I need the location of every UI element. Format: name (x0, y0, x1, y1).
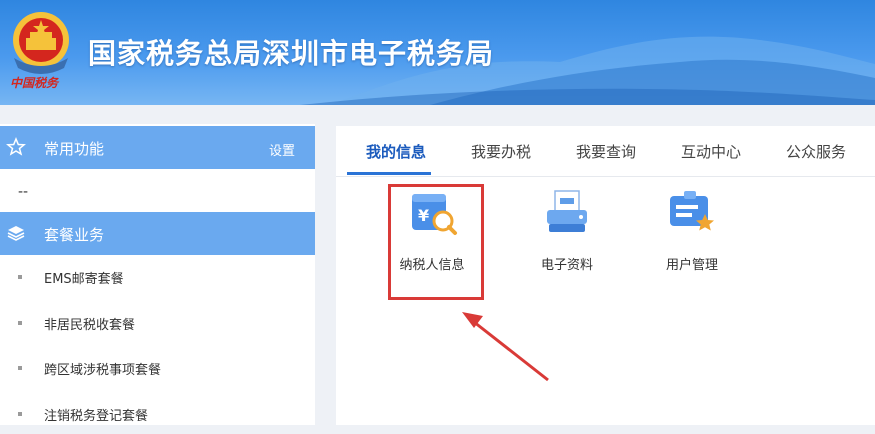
taxpayer-info-icon: ¥ (412, 194, 457, 235)
bullet-icon (18, 412, 22, 416)
emblem-caption: 中国税务 (10, 76, 59, 90)
tab-tax-handling[interactable]: 我要办税 (471, 141, 531, 162)
svg-text:¥: ¥ (418, 206, 429, 225)
app-taxpayer-info[interactable]: ¥ 纳税人信息 (387, 188, 477, 288)
app-user-management[interactable]: 用户管理 (647, 188, 737, 288)
sidebar: 常用功能 设置 -- 套餐业务 EMS邮寄套餐 非居民税收套餐 跨区域涉税事项套… (0, 124, 315, 425)
sidebar-item-label: 非居民税收套餐 (44, 318, 136, 333)
sidebar-item-nonresident-tax[interactable]: 非居民税收套餐 (0, 303, 315, 343)
printer-document-icon (547, 190, 587, 232)
active-tab-indicator (347, 172, 431, 175)
layers-icon (7, 226, 25, 241)
common-functions-placeholder: -- (18, 184, 29, 200)
user-management-icon (670, 191, 714, 231)
app-label: 用户管理 (665, 258, 718, 273)
sidebar-item-deregistration[interactable]: 注销税务登记套餐 (0, 394, 315, 434)
bullet-icon (18, 275, 22, 279)
sidebar-item-label: EMS邮寄套餐 (44, 272, 124, 287)
tab-public-service[interactable]: 公众服务 (786, 141, 846, 162)
app-label: 电子资料 (540, 258, 593, 273)
sidebar-item-ems[interactable]: EMS邮寄套餐 (0, 257, 315, 297)
tab-query[interactable]: 我要查询 (576, 141, 636, 162)
sidebar-common-header[interactable]: 常用功能 设置 (0, 126, 315, 169)
settings-link[interactable]: 设置 (269, 140, 295, 159)
sidebar-package-header[interactable]: 套餐业务 (0, 212, 315, 255)
sidebar-item-cross-region[interactable]: 跨区域涉税事项套餐 (0, 348, 315, 388)
bullet-icon (18, 321, 22, 325)
sidebar-common-label: 常用功能 (44, 140, 105, 158)
sidebar-item-label: 注销税务登记套餐 (44, 409, 149, 424)
site-title: 国家税务总局深圳市电子税务局 (88, 37, 495, 70)
app-label: 纳税人信息 (399, 258, 465, 273)
main-panel: 我的信息 我要办税 我要查询 互动中心 公众服务 ¥ 纳税人信息 电子资料 用户… (336, 126, 875, 425)
site-header: 中国税务 国家税务总局深圳市电子税务局 (0, 0, 875, 105)
sidebar-package-label: 套餐业务 (44, 226, 105, 244)
bullet-icon (18, 366, 22, 370)
sidebar-item-label: 跨区域涉税事项套餐 (44, 363, 162, 378)
tab-my-info[interactable]: 我的信息 (366, 141, 426, 162)
star-icon (6, 137, 26, 156)
tab-bar: 我的信息 我要办税 我要查询 互动中心 公众服务 (336, 126, 875, 177)
app-electronic-documents[interactable]: 电子资料 (522, 188, 612, 288)
tab-interaction-center[interactable]: 互动中心 (681, 141, 741, 162)
